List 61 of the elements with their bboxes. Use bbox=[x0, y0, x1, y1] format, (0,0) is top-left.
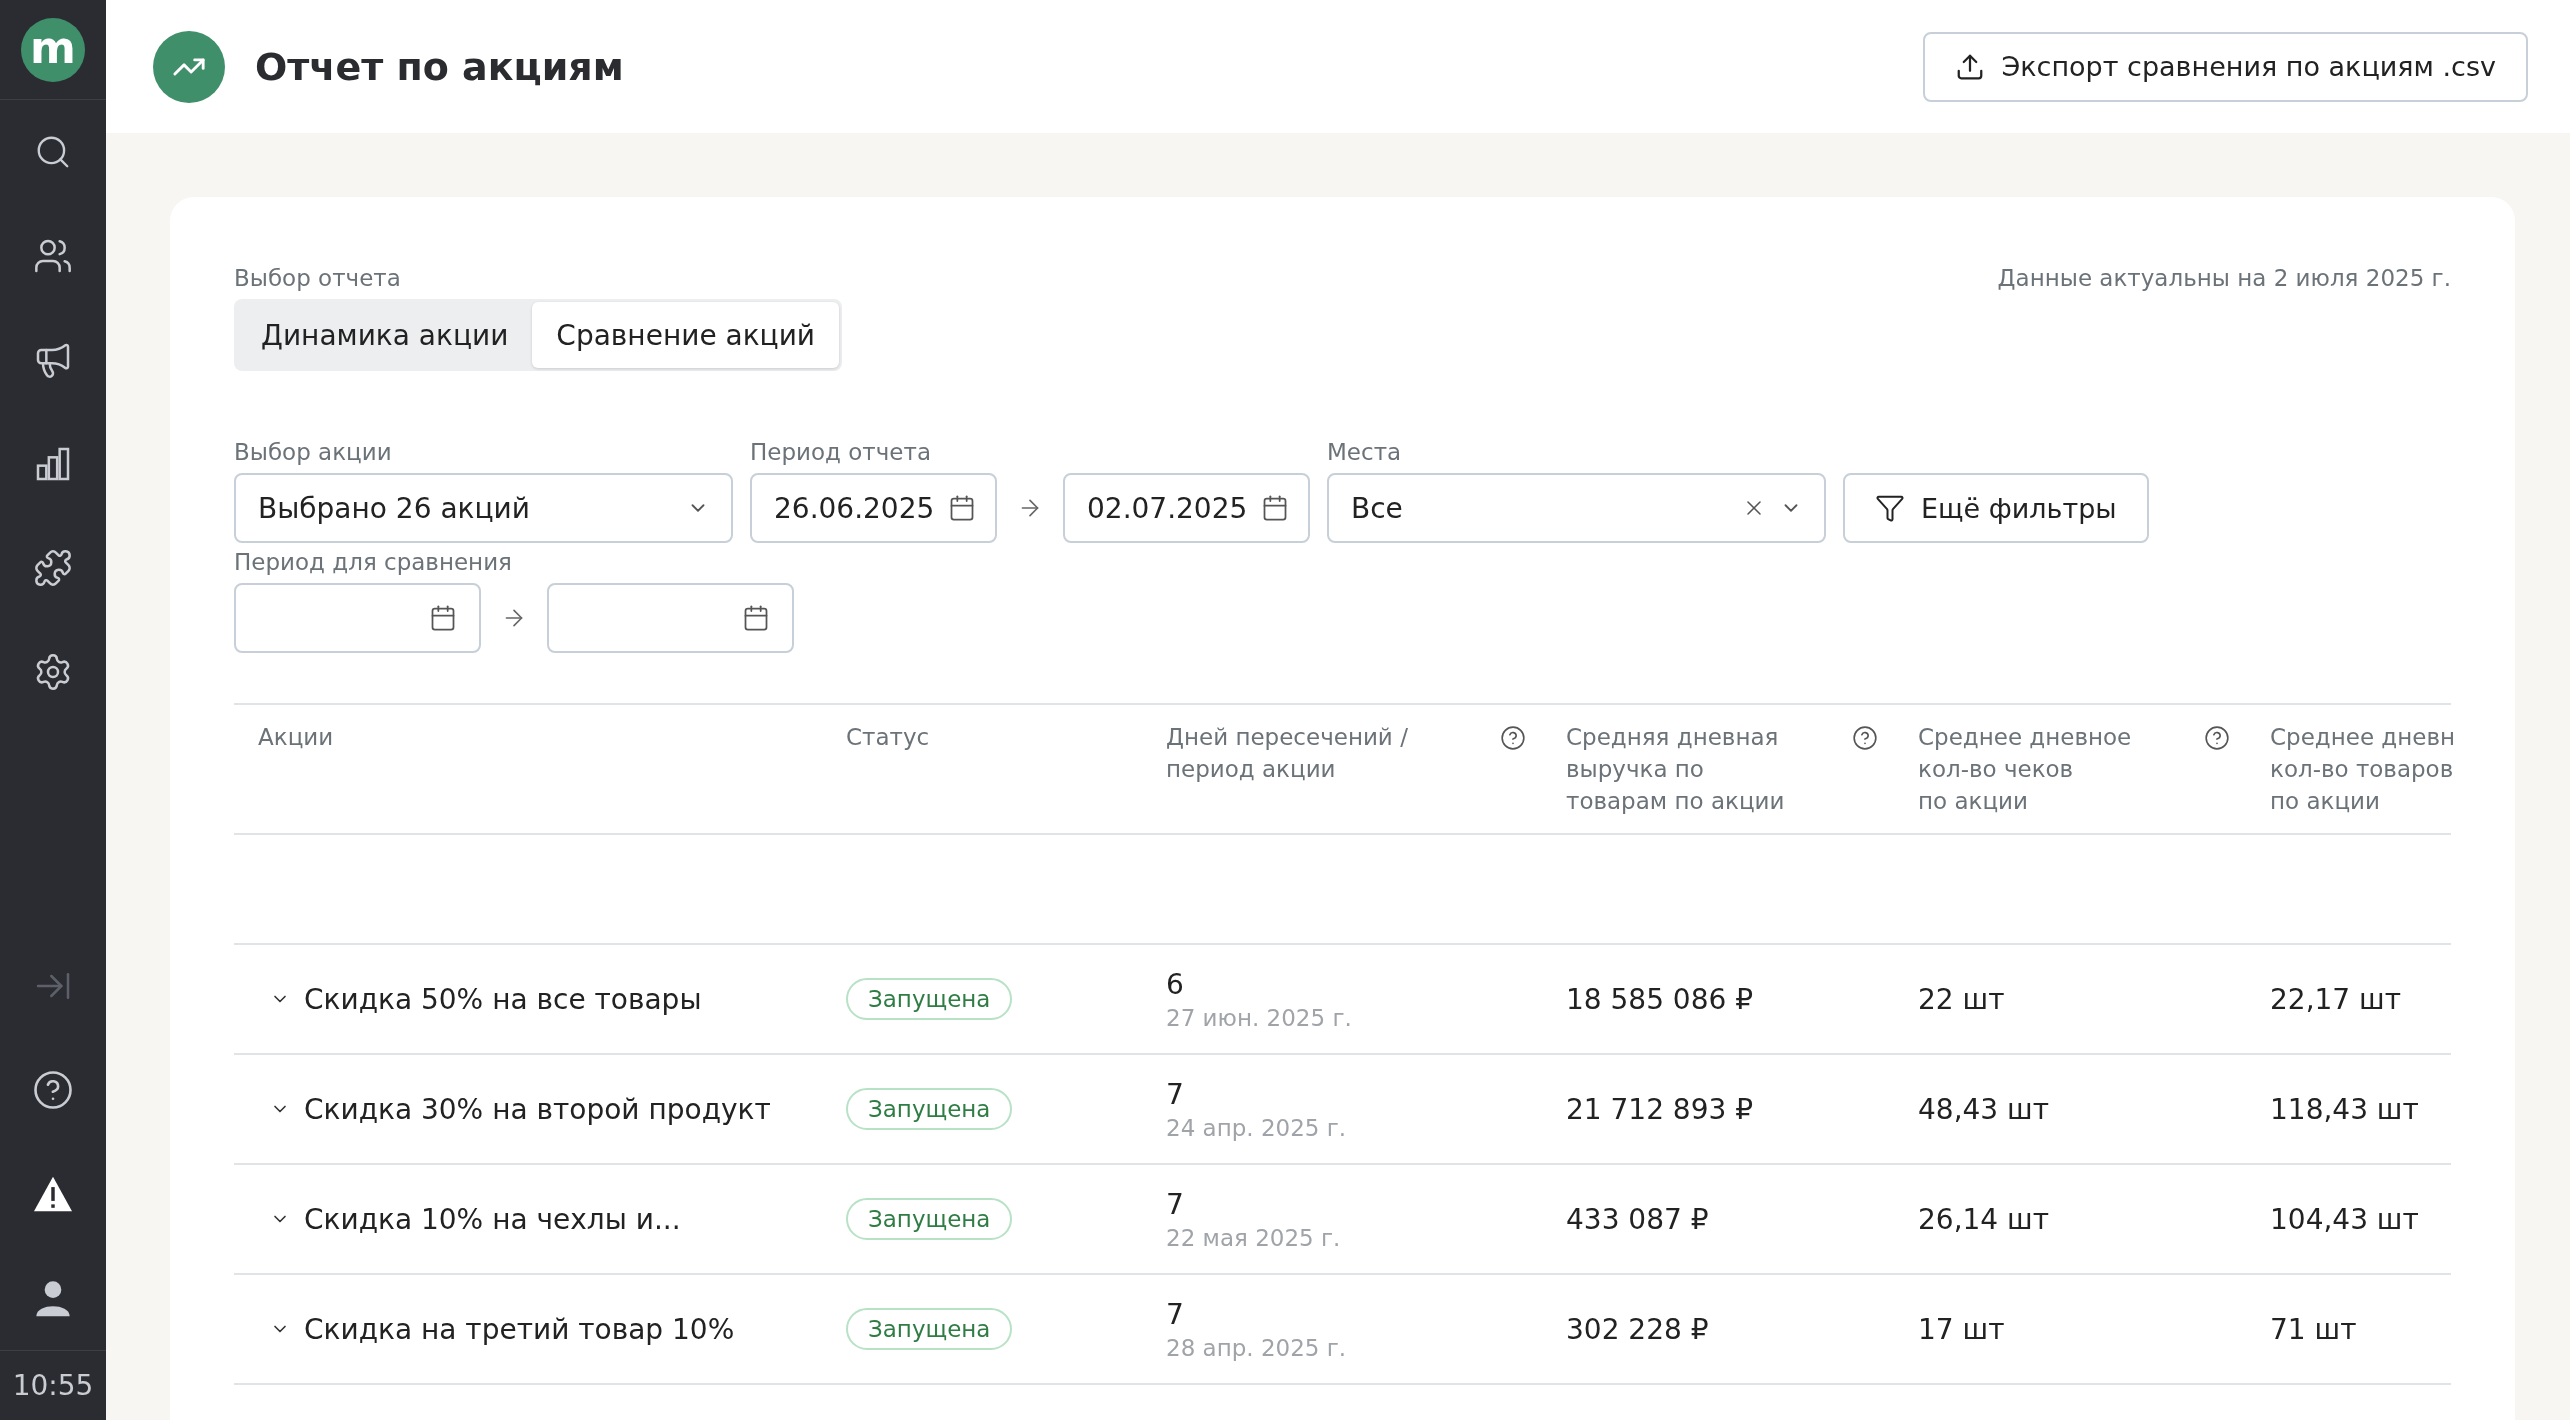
help-icon[interactable] bbox=[2204, 725, 2230, 751]
status-badge: Запущена bbox=[846, 1198, 1013, 1240]
status-badge: Запущена bbox=[846, 1088, 1013, 1130]
days-count: 6 bbox=[1166, 967, 1185, 1001]
promo-name: Скидка на третий товар 10% bbox=[304, 1312, 735, 1346]
items-cell-text: 22,17 шт bbox=[2270, 982, 2402, 1016]
field-label: Выбор отчета bbox=[234, 265, 402, 291]
field-label: Период отчета bbox=[750, 439, 932, 465]
more-filters-button[interactable]: Ещё фильтры bbox=[1843, 473, 2149, 543]
revenue-cell-text: 18 585 086 ₽ bbox=[1566, 982, 1755, 1016]
promo-date: 28 апр. 2025 г. bbox=[1166, 1334, 1347, 1361]
help-icon[interactable] bbox=[1852, 725, 1878, 751]
items-cell-text: 118,43 шт bbox=[2270, 1092, 2420, 1126]
status-badge: Запущена bbox=[846, 1308, 1013, 1350]
items-cell-text: 104,43 шт bbox=[2270, 1202, 2420, 1236]
revenue-cell-text: 302 228 ₽ bbox=[1566, 1312, 1710, 1346]
report-tab[interactable]: Сравнение акций bbox=[532, 302, 840, 368]
checks-cell-text: 17 шт bbox=[1918, 1312, 2006, 1346]
calendar-icon bbox=[742, 604, 770, 632]
field-label: Период для сравнения bbox=[234, 549, 513, 575]
promo-name: Скидка 50% на все товары bbox=[304, 982, 702, 1016]
revenue-cell-text: 21 712 893 ₽ bbox=[1566, 1092, 1755, 1126]
help-icon[interactable] bbox=[1500, 725, 1526, 751]
date-field[interactable]: 26.06.2025 bbox=[750, 473, 997, 543]
warning-icon[interactable] bbox=[32, 1175, 74, 1213]
checks-cell-text: 22 шт bbox=[1918, 982, 2006, 1016]
column-header: Среднее дневное кол-во чеков по акции bbox=[1918, 723, 2132, 816]
page-title: Отчет по акциям bbox=[255, 44, 625, 89]
logo[interactable]: m bbox=[21, 17, 85, 82]
calendar-icon bbox=[429, 604, 457, 632]
checks-cell-text: 26,14 шт bbox=[1918, 1202, 2050, 1236]
promo-date: 24 апр. 2025 г. bbox=[1166, 1114, 1347, 1141]
date-field[interactable] bbox=[234, 583, 481, 653]
revenue-cell-text: 433 087 ₽ bbox=[1566, 1202, 1710, 1236]
promo-name: Скидка 30% на второй продукт bbox=[304, 1092, 771, 1126]
promo-select[interactable]: Выбрано 26 акций bbox=[234, 473, 733, 543]
days-count: 7 bbox=[1166, 1297, 1185, 1331]
places-select[interactable]: Все bbox=[1327, 473, 1826, 543]
export-button[interactable]: Экспорт сравнения по акциям .csv bbox=[1923, 31, 2528, 102]
filter-icon bbox=[1875, 493, 1905, 523]
checks-cell-text: 48,43 шт bbox=[1918, 1092, 2050, 1126]
column-header: Акции bbox=[258, 723, 334, 752]
promo-date: 27 июн. 2025 г. bbox=[1166, 1004, 1352, 1031]
promo-date: 22 мая 2025 г. bbox=[1166, 1224, 1341, 1251]
status-badge: Запущена bbox=[846, 978, 1013, 1020]
field-label: Выбор акции bbox=[234, 439, 393, 465]
field-label: Места bbox=[1327, 439, 1403, 465]
data-date-note: Данные актуальны на 2 июля 2025 г. bbox=[1997, 265, 2451, 291]
puzzle-icon[interactable] bbox=[33, 548, 73, 588]
help-icon[interactable] bbox=[32, 1069, 74, 1111]
days-count: 7 bbox=[1166, 1187, 1185, 1221]
promo-name: Скидка 10% на чехлы и... bbox=[304, 1202, 681, 1236]
column-header: Дней пересечений / период акции bbox=[1166, 723, 1408, 784]
column-header: Средняя дневная выручка по товарам по акции bbox=[1566, 723, 1785, 816]
date-field[interactable]: 02.07.2025 bbox=[1063, 473, 1310, 543]
date-field[interactable] bbox=[547, 583, 794, 653]
items-cell-text: 71 шт bbox=[2270, 1312, 2358, 1346]
days-count: 7 bbox=[1166, 1077, 1185, 1111]
column-header: Среднее дневн кол-во товаров по акции bbox=[2270, 723, 2456, 816]
column-header: Статус bbox=[846, 723, 930, 752]
report-tab[interactable]: Динамика акции bbox=[237, 302, 533, 368]
